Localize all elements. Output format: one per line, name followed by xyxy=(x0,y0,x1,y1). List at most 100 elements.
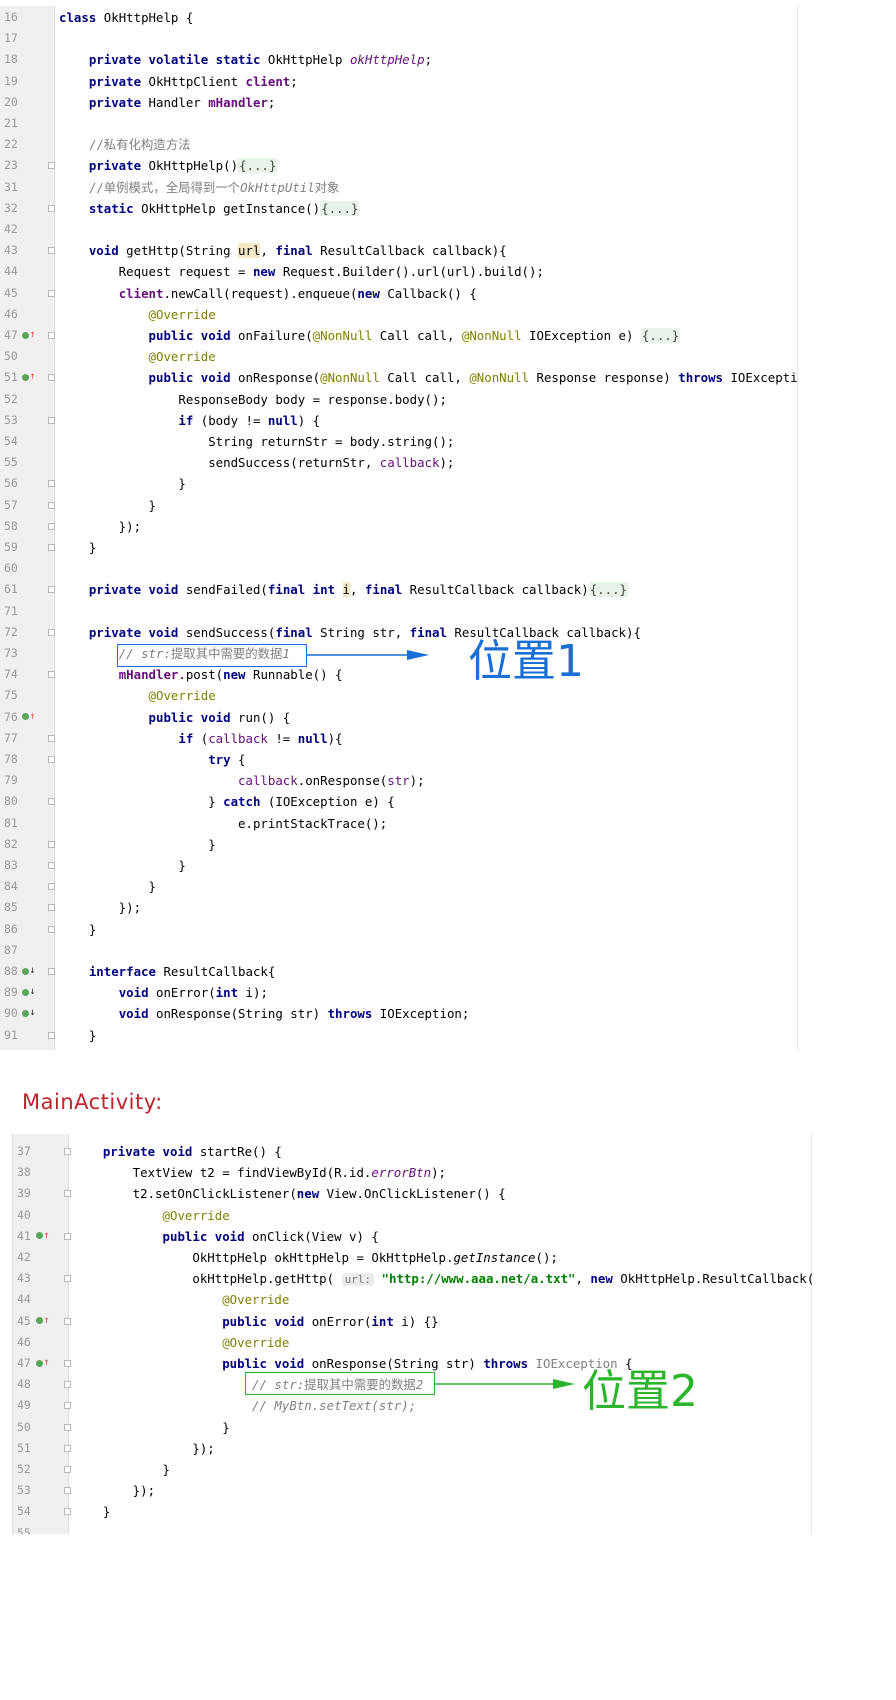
code-line[interactable]: 52 } xyxy=(12,1458,812,1481)
code-line[interactable]: 56 } xyxy=(0,472,798,495)
fold-toggle-icon[interactable] xyxy=(48,883,55,891)
code-line[interactable]: 40 @Override xyxy=(12,1204,812,1227)
code-line[interactable]: 16 class OkHttpHelp { xyxy=(0,6,798,29)
fold-toggle-icon[interactable] xyxy=(48,501,55,509)
fold-toggle-icon[interactable] xyxy=(48,862,55,869)
override-marker-icon[interactable]: ↑ xyxy=(22,370,36,384)
code-line[interactable]: 44 Request request = new Request.Builder… xyxy=(0,260,798,283)
code-line[interactable]: 90 ↓ void onResponse(String str) throws I… xyxy=(0,1002,798,1025)
code-line[interactable]: 71 xyxy=(0,600,798,623)
fold-toggle-icon[interactable] xyxy=(64,1275,71,1283)
fold-toggle-icon[interactable] xyxy=(48,544,55,551)
fold-toggle-icon[interactable] xyxy=(48,671,55,679)
fold-toggle-icon[interactable] xyxy=(64,1232,71,1240)
fold-toggle-icon[interactable] xyxy=(48,925,55,933)
code-line[interactable]: 51 }); xyxy=(12,1437,812,1460)
code-line[interactable]: 50 @Override xyxy=(0,345,798,368)
code-line[interactable]: 86 } xyxy=(0,918,798,941)
code-line[interactable]: 61 private void sendFailed(final int i, … xyxy=(0,578,798,601)
code-line[interactable]: 43 okHttpHelp.getHttp( url: "http://www.… xyxy=(12,1267,812,1290)
code-line[interactable]: 76 ↑ public void run() { xyxy=(0,706,798,729)
code-line[interactable]: 39 t2.setOnClickListener(new View.OnClic… xyxy=(12,1182,812,1205)
code-line[interactable]: 59 } xyxy=(0,536,798,559)
override-marker-icon[interactable]: ↑ xyxy=(36,1229,50,1243)
code-line[interactable]: 20 private Handler mHandler; xyxy=(0,91,798,114)
code-line[interactable]: 83 } xyxy=(0,854,798,877)
code-editor-okhttphelp[interactable]: 16 class OkHttpHelp {17 18 private volatil… xyxy=(0,6,798,1050)
fold-toggle-icon[interactable] xyxy=(48,798,55,806)
code-line[interactable]: 54 String returnStr = body.string(); xyxy=(0,430,798,453)
fold-toggle-icon[interactable] xyxy=(64,1402,71,1410)
code-line[interactable]: 60 xyxy=(0,557,798,580)
code-line[interactable]: 81 e.printStackTrace(); xyxy=(0,812,798,835)
code-line[interactable]: 55 sendSuccess(returnStr, callback); xyxy=(0,451,798,474)
fold-toggle-icon[interactable] xyxy=(48,734,55,742)
code-line[interactable]: 45 client.newCall(request).enqueue(new C… xyxy=(0,282,798,305)
fold-toggle-icon[interactable] xyxy=(64,1148,71,1155)
code-line[interactable]: 42 OkHttpHelp okHttpHelp = OkHttpHelp.ge… xyxy=(12,1246,812,1269)
code-line[interactable]: 21 xyxy=(0,112,798,135)
code-line[interactable]: 51 ↑ public void onResponse(@NonNull Call… xyxy=(0,366,798,389)
implemented-marker-icon[interactable]: ↓ xyxy=(22,985,36,999)
code-line[interactable]: 31 //单例模式，全局得到一个OkHttpUtil对象 xyxy=(0,176,798,199)
code-line[interactable]: 41 ↑ public void onClick(View v) { xyxy=(12,1225,812,1248)
fold-toggle-icon[interactable] xyxy=(48,586,55,594)
override-marker-icon[interactable]: ↑ xyxy=(22,710,36,724)
implemented-marker-icon[interactable]: ↓ xyxy=(22,1006,36,1020)
fold-toggle-icon[interactable] xyxy=(48,332,55,339)
code-line[interactable]: 77 if (callback != null){ xyxy=(0,727,798,750)
fold-toggle-icon[interactable] xyxy=(48,1031,55,1039)
code-line[interactable]: 57 } xyxy=(0,494,798,517)
code-line[interactable]: 55 xyxy=(12,1522,812,1534)
fold-toggle-icon[interactable] xyxy=(64,1190,71,1198)
fold-toggle-icon[interactable] xyxy=(48,522,55,530)
fold-toggle-icon[interactable] xyxy=(64,1423,71,1431)
fold-toggle-icon[interactable] xyxy=(48,628,55,636)
fold-toggle-icon[interactable] xyxy=(48,204,55,212)
fold-toggle-icon[interactable] xyxy=(64,1360,71,1367)
fold-toggle-icon[interactable] xyxy=(64,1317,71,1325)
code-line[interactable]: 42 xyxy=(0,218,798,241)
fold-toggle-icon[interactable] xyxy=(48,162,55,170)
fold-toggle-icon[interactable] xyxy=(48,840,55,848)
code-line[interactable]: 53 if (body != null) { xyxy=(0,409,798,432)
code-line[interactable]: 50 } xyxy=(12,1416,812,1439)
code-line[interactable]: 75 @Override xyxy=(0,684,798,707)
code-line[interactable]: 32 static OkHttpHelp getInstance(){...} xyxy=(0,197,798,220)
code-line[interactable]: 43 void getHttp(String url, final Result… xyxy=(0,239,798,262)
code-line[interactable]: 38 TextView t2 = findViewById(R.id.error… xyxy=(12,1161,812,1184)
code-line[interactable]: 18 private volatile static OkHttpHelp ok… xyxy=(0,48,798,71)
code-editor-mainactivity[interactable]: 37 private void startRe() {38 TextView t… xyxy=(12,1134,812,1534)
override-marker-icon[interactable]: ↑ xyxy=(36,1356,50,1370)
fold-toggle-icon[interactable] xyxy=(64,1444,71,1452)
code-line[interactable]: 45 ↑ public void onError(int i) {} xyxy=(12,1310,812,1333)
code-line[interactable]: 85 }); xyxy=(0,896,798,919)
code-line[interactable]: 88 ↓ interface ResultCallback{ xyxy=(0,960,798,983)
code-line[interactable]: 46 @Override xyxy=(12,1331,812,1354)
override-marker-icon[interactable]: ↑ xyxy=(36,1314,50,1328)
code-line[interactable]: 80 } catch (IOException e) { xyxy=(0,790,798,813)
code-line[interactable]: 79 callback.onResponse(str); xyxy=(0,769,798,792)
fold-toggle-icon[interactable] xyxy=(48,904,55,912)
code-line[interactable]: 44 @Override xyxy=(12,1288,812,1311)
code-line[interactable]: 82 } xyxy=(0,833,798,856)
code-line[interactable]: 52 ResponseBody body = response.body(); xyxy=(0,388,798,411)
fold-toggle-icon[interactable] xyxy=(48,289,55,297)
fold-toggle-icon[interactable] xyxy=(48,416,55,424)
fold-toggle-icon[interactable] xyxy=(64,1508,71,1516)
code-line[interactable]: 46 @Override xyxy=(0,303,798,326)
implemented-marker-icon[interactable]: ↓ xyxy=(22,964,36,978)
code-line[interactable]: 22 //私有化构造方法 xyxy=(0,133,798,156)
fold-toggle-icon[interactable] xyxy=(48,247,55,255)
fold-toggle-icon[interactable] xyxy=(48,968,55,975)
code-line[interactable]: 54 } xyxy=(12,1500,812,1523)
code-line[interactable]: 37 private void startRe() { xyxy=(12,1140,812,1163)
override-marker-icon[interactable]: ↑ xyxy=(22,328,36,342)
code-line[interactable]: 53 }); xyxy=(12,1479,812,1502)
code-line[interactable]: 84 } xyxy=(0,875,798,898)
fold-toggle-icon[interactable] xyxy=(48,756,55,763)
code-line[interactable]: 89 ↓ void onError(int i); xyxy=(0,981,798,1004)
fold-toggle-icon[interactable] xyxy=(48,480,55,488)
fold-toggle-icon[interactable] xyxy=(48,374,55,382)
code-line[interactable]: 72 private void sendSuccess(final String… xyxy=(0,621,798,644)
